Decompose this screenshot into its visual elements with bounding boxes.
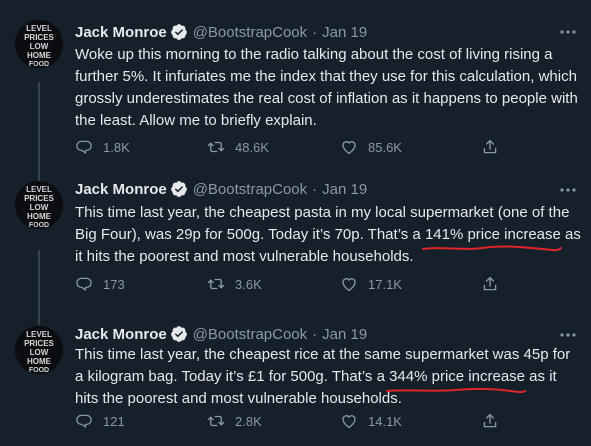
retweet-count: 2.8K bbox=[235, 413, 262, 429]
reply-icon bbox=[76, 140, 92, 154]
avatar-text: PRICES bbox=[24, 33, 54, 42]
retweet-button[interactable]: 2.8K bbox=[207, 411, 340, 431]
more-options-icon[interactable] bbox=[559, 24, 577, 40]
reply-count: 1.8K bbox=[103, 139, 130, 155]
share-button[interactable] bbox=[481, 274, 499, 294]
tweet[interactable]: LEVEL PRICES LOW HOME FOOD Jack Monroe @… bbox=[0, 170, 591, 315]
tweet[interactable]: LEVEL PRICES LOW HOME FOOD Jack Monroe @… bbox=[0, 0, 591, 170]
tweet-actions: 1.8K 48.6K 85.6K bbox=[75, 137, 505, 157]
share-icon bbox=[483, 276, 497, 291]
separator: · bbox=[312, 23, 318, 41]
avatar-text: PRICES bbox=[24, 339, 54, 348]
avatar[interactable]: LEVEL PRICES LOW HOME FOOD bbox=[15, 181, 63, 229]
avatar-text: FOOD bbox=[29, 61, 49, 68]
author-name[interactable]: Jack Monroe bbox=[75, 24, 167, 41]
tweet-header: Jack Monroe @BootstrapCook · Jan 19 bbox=[75, 324, 367, 344]
more-options-icon[interactable] bbox=[559, 182, 577, 198]
avatar-text: LEVEL bbox=[26, 185, 52, 194]
reply-button[interactable]: 121 bbox=[75, 411, 207, 431]
like-button[interactable]: 17.1K bbox=[340, 274, 481, 294]
separator: · bbox=[312, 325, 318, 343]
highlighted-text: 344% price increase bbox=[386, 366, 527, 394]
tweet-date[interactable]: Jan 19 bbox=[322, 181, 367, 198]
retweet-count: 48.6K bbox=[235, 139, 269, 155]
red-underline-annotation bbox=[386, 387, 527, 394]
highlighted-text: 141% price increase bbox=[421, 224, 562, 252]
share-button[interactable] bbox=[481, 411, 499, 431]
tweet-actions: 121 2.8K 14.1K bbox=[75, 411, 505, 431]
more-options-icon[interactable] bbox=[559, 327, 577, 343]
like-icon bbox=[342, 141, 356, 155]
avatar-text: HOME bbox=[27, 357, 52, 366]
avatar-text: LEVEL bbox=[26, 330, 52, 339]
like-button[interactable]: 14.1K bbox=[340, 411, 481, 431]
tweet-text: Woke up this morning to the radio talkin… bbox=[75, 46, 578, 129]
avatar[interactable]: LEVEL PRICES LOW HOME FOOD bbox=[15, 326, 63, 374]
author-name[interactable]: Jack Monroe bbox=[75, 326, 167, 343]
share-icon bbox=[483, 139, 497, 154]
like-count: 14.1K bbox=[368, 413, 402, 429]
avatar[interactable]: LEVEL PRICES LOW HOME FOOD bbox=[15, 20, 63, 68]
tweet-text: This time last year, the cheapest rice a… bbox=[75, 344, 581, 410]
avatar-image: LEVEL PRICES LOW HOME FOOD bbox=[15, 326, 63, 374]
verified-badge-icon bbox=[170, 325, 188, 343]
red-underline-annotation bbox=[421, 245, 562, 252]
like-icon bbox=[342, 278, 356, 292]
avatar-text: FOOD bbox=[29, 222, 49, 229]
avatar-text: PRICES bbox=[24, 194, 54, 203]
highlighted-text-label: 141% price increase bbox=[424, 226, 561, 243]
separator: · bbox=[312, 180, 318, 198]
like-icon bbox=[342, 415, 356, 429]
author-name[interactable]: Jack Monroe bbox=[75, 181, 167, 198]
verified-badge-icon bbox=[170, 180, 188, 198]
highlighted-text-label: 344% price increase bbox=[389, 368, 526, 385]
tweet-header: Jack Monroe @BootstrapCook · Jan 19 bbox=[75, 22, 367, 42]
like-button[interactable]: 85.6K bbox=[340, 137, 481, 157]
retweet-icon bbox=[207, 278, 225, 290]
tweet-text: This time last year, the cheapest pasta … bbox=[75, 202, 581, 268]
avatar-image: LEVEL PRICES LOW HOME FOOD bbox=[15, 181, 63, 229]
avatar-text: LOW bbox=[30, 203, 49, 212]
avatar-text: FOOD bbox=[29, 367, 49, 374]
reply-button[interactable]: 1.8K bbox=[75, 137, 207, 157]
author-handle[interactable]: @BootstrapCook bbox=[193, 24, 307, 41]
share-icon bbox=[483, 413, 497, 428]
share-button[interactable] bbox=[481, 137, 499, 157]
author-handle[interactable]: @BootstrapCook bbox=[193, 181, 307, 198]
tweet-date[interactable]: Jan 19 bbox=[322, 24, 367, 41]
retweet-button[interactable]: 48.6K bbox=[207, 137, 340, 157]
tweet-date[interactable]: Jan 19 bbox=[322, 326, 367, 343]
tweet-header: Jack Monroe @BootstrapCook · Jan 19 bbox=[75, 179, 367, 199]
avatar-text: LEVEL bbox=[26, 24, 52, 33]
avatar-text: LOW bbox=[30, 348, 49, 357]
retweet-icon bbox=[207, 141, 225, 153]
tweet[interactable]: LEVEL PRICES LOW HOME FOOD Jack Monroe @… bbox=[0, 315, 591, 446]
avatar-image: LEVEL PRICES LOW HOME FOOD bbox=[15, 20, 63, 68]
reply-count: 173 bbox=[103, 276, 125, 292]
reply-count: 121 bbox=[103, 413, 125, 429]
tweet-actions: 173 3.6K 17.1K bbox=[75, 274, 505, 294]
reply-icon bbox=[76, 414, 92, 428]
retweet-button[interactable]: 3.6K bbox=[207, 274, 340, 294]
reply-icon bbox=[76, 277, 92, 291]
like-count: 85.6K bbox=[368, 139, 402, 155]
avatar-text: HOME bbox=[27, 212, 52, 221]
avatar-text: HOME bbox=[27, 51, 52, 60]
tweet-thread: LEVEL PRICES LOW HOME FOOD Jack Monroe @… bbox=[0, 0, 591, 446]
retweet-count: 3.6K bbox=[235, 276, 262, 292]
avatar-text: LOW bbox=[30, 42, 49, 51]
like-count: 17.1K bbox=[368, 276, 402, 292]
author-handle[interactable]: @BootstrapCook bbox=[193, 326, 307, 343]
verified-badge-icon bbox=[170, 23, 188, 41]
reply-button[interactable]: 173 bbox=[75, 274, 207, 294]
retweet-icon bbox=[207, 415, 225, 427]
